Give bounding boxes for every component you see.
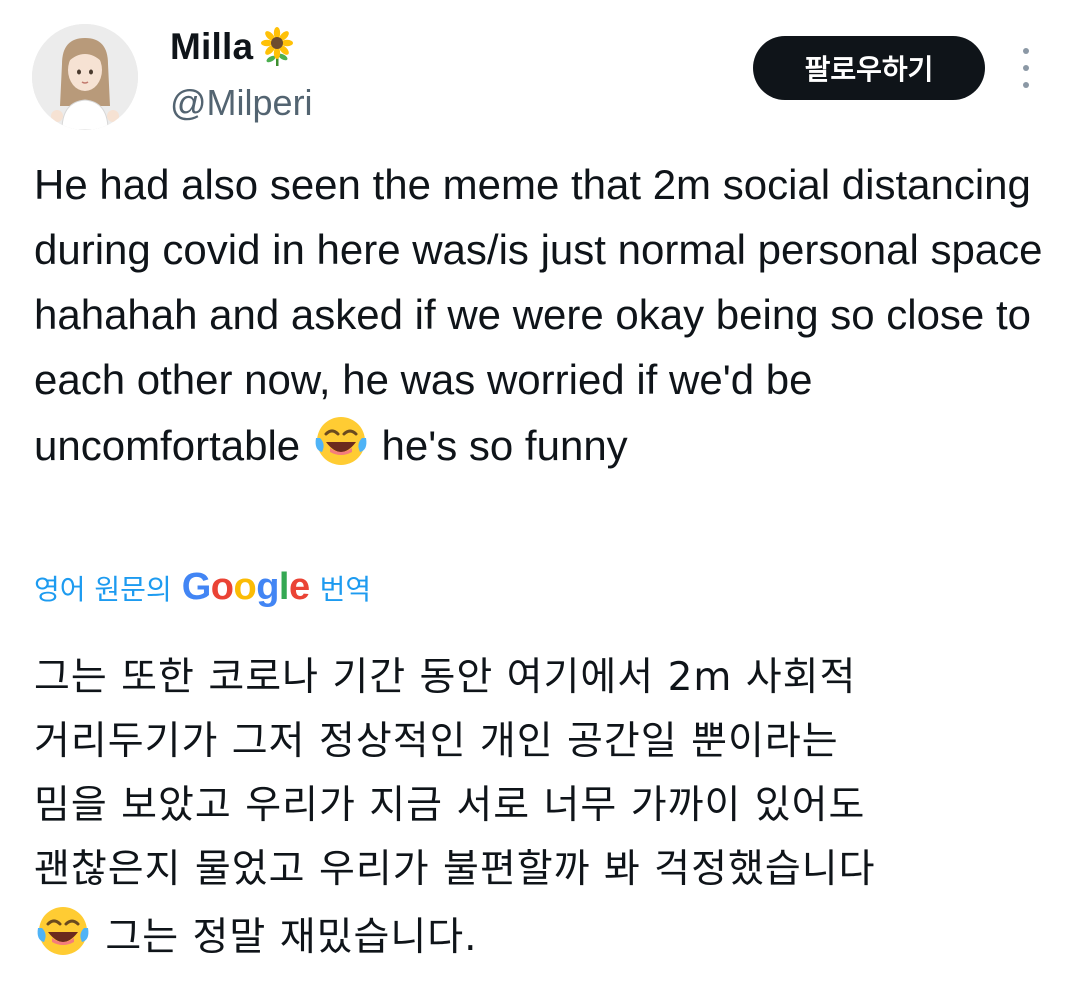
follow-button[interactable]: 팔로우하기 [753, 36, 985, 100]
avatar[interactable] [32, 24, 138, 130]
translate-suffix: 번역 [319, 572, 372, 606]
translated-line: 그는 또한 코로나 기간 동안 여기에서 2m 사회적 [34, 655, 857, 700]
translated-line: 괜찮은지 물었고 우리가 불편할까 봐 걱정했습니다 [34, 847, 876, 892]
avatar-illustration [32, 24, 138, 130]
author-name-text: Milla [170, 26, 254, 67]
translated-text: 그는 또한 코로나 기간 동안 여기에서 2m 사회적거리두기가 그저 정상적인… [34, 646, 1054, 970]
translated-line: 거리두기가 그저 정상적인 개인 공간일 뿐이라는 [34, 719, 839, 764]
translated-line-last: 그는 정말 재밌습니다. [34, 902, 1054, 970]
author-display-name[interactable]: Milla [170, 26, 297, 68]
more-dot [1023, 48, 1029, 54]
face-with-tears-of-joy-icon [312, 412, 370, 470]
google-logo: Google [181, 566, 310, 608]
tweet-text: He had also seen the meme that 2m social… [34, 152, 1044, 478]
translate-prefix: 영어 원문의 [34, 572, 172, 606]
sunflower-icon [257, 27, 297, 67]
tweet-text-end: he's so funny [369, 422, 628, 469]
translate-link[interactable]: 영어 원문의 Google 번역 [34, 566, 371, 609]
more-vertical-icon[interactable] [1014, 48, 1038, 88]
translated-text-end: 그는 정말 재밌습니다. [92, 915, 478, 960]
more-dot [1023, 82, 1029, 88]
face-with-tears-of-joy-icon [34, 902, 92, 960]
author-handle[interactable]: @Milperi [170, 82, 313, 124]
translated-line: 밈을 보았고 우리가 지금 서로 너무 가까이 있어도 [34, 783, 866, 828]
more-dot [1023, 65, 1029, 71]
